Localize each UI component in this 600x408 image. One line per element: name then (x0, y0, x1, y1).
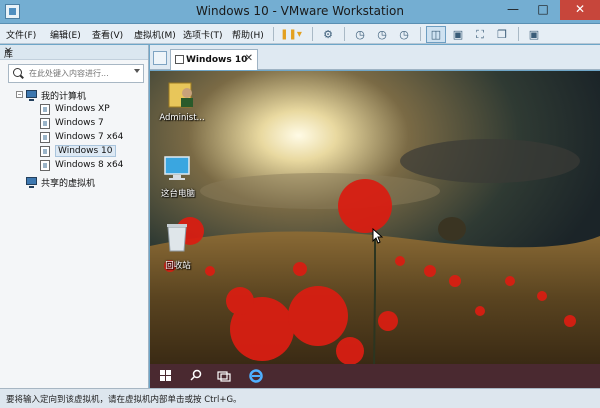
home-tab-icon[interactable] (153, 51, 167, 65)
stretch-guest-icon[interactable]: ▣ (524, 26, 544, 43)
menu-vm[interactable]: 虚拟机(M) (134, 28, 176, 41)
search-icon (13, 68, 22, 77)
thumbnail-bar-icon[interactable]: ▣ (448, 26, 468, 43)
menu-file[interactable]: 文件(F) (6, 28, 36, 41)
toolbar-separator (344, 27, 345, 41)
menu-help[interactable]: 帮助(H) (232, 28, 264, 41)
vm-icon (40, 132, 50, 143)
internet-explorer-icon[interactable] (248, 368, 264, 384)
close-library-icon[interactable]: ✕ (4, 46, 144, 57)
tab-windows-10[interactable]: Windows 10 ✕ (170, 49, 258, 70)
tab-strip: Windows 10 ✕ (150, 45, 600, 70)
shared-vms-icon (26, 177, 37, 188)
computer-icon (26, 90, 37, 101)
desktop-icon-label: 回收站 (165, 261, 191, 271)
tree-label: 共享的虚拟机 (41, 179, 96, 189)
toolbar-separator (312, 27, 313, 41)
library-header: 库 ✕ (0, 45, 148, 60)
status-message: 要将输入定向到该虚拟机，请在虚拟机内部单击或按 Ctrl+G。 (6, 395, 242, 405)
tree-node-vm[interactable]: Windows 7 x64 (40, 131, 144, 145)
chevron-down-icon[interactable] (134, 69, 140, 73)
vm-icon (40, 104, 50, 115)
vm-icon (40, 160, 50, 171)
tree-label: Windows XP (55, 104, 110, 114)
desktop-icon-recycle-bin[interactable]: 回收站 (150, 219, 208, 271)
search-input[interactable] (29, 67, 127, 80)
menu-bar: 文件(F) 编辑(E) 查看(V) 虚拟机(M) 选项卡(T) 帮助(H) ❚❚… (0, 24, 600, 44)
menu-view[interactable]: 查看(V) (92, 28, 123, 41)
user-folder-icon (168, 82, 193, 108)
unity-icon[interactable]: ❐ (492, 26, 512, 43)
tab-label: Windows 10 (186, 55, 248, 65)
guest-taskbar (150, 364, 600, 388)
tree-label: Windows 10 (55, 145, 116, 157)
tree-node-shared-vms[interactable]: 共享的虚拟机 (26, 175, 144, 189)
status-bar: 要将输入定向到该虚拟机，请在虚拟机内部单击或按 Ctrl+G。 (0, 388, 600, 408)
toolbar-separator (420, 27, 421, 41)
tree-node-vm-selected[interactable]: Windows 10 (40, 145, 144, 159)
send-ctrl-alt-del-icon[interactable]: ⚙ (318, 26, 338, 43)
library-search[interactable] (8, 64, 144, 83)
windows-start-icon[interactable] (158, 368, 174, 384)
vm-icon (40, 118, 50, 129)
revert-snapshot-icon[interactable]: ◷ (372, 26, 392, 43)
tree-node-my-computer[interactable]: – 我的计算机 (16, 88, 144, 102)
toolbar-separator (518, 27, 519, 41)
desktop-icon-label: 这台电脑 (160, 189, 195, 199)
minimize-button[interactable]: — (500, 0, 526, 20)
pause-icon[interactable]: ❚❚▾ (278, 26, 304, 43)
menu-edit[interactable]: 编辑(E) (50, 28, 81, 41)
vm-tab-icon (175, 55, 184, 64)
recycle-bin-icon (167, 224, 187, 252)
snapshot-manager-icon[interactable]: ◷ (394, 26, 414, 43)
show-library-icon[interactable]: ◫ (426, 26, 446, 43)
tree-label: Windows 8 x64 (55, 160, 124, 170)
vm-running-icon (40, 146, 50, 157)
vm-console[interactable]: Administ... 这台电脑 回收站 (150, 71, 600, 364)
tree-node-vm[interactable]: Windows 7 (40, 117, 144, 131)
collapse-icon[interactable]: – (16, 91, 23, 98)
close-window-button[interactable]: ✕ (560, 0, 600, 20)
task-view-icon[interactable] (216, 368, 232, 384)
close-tab-icon[interactable]: ✕ (245, 53, 253, 64)
maximize-button[interactable]: □ (530, 0, 556, 20)
tree-label: Windows 7 x64 (55, 132, 124, 142)
tree-label: Windows 7 (55, 118, 104, 128)
search-icon[interactable] (188, 368, 204, 384)
tree-node-vm[interactable]: Windows XP (40, 103, 144, 117)
tree-node-vm[interactable]: Windows 8 x64 (40, 159, 144, 173)
library-panel: 库 ✕ – 我的计算机 Windows XP Windows 7 Windows… (0, 45, 149, 388)
desktop-icon-this-pc[interactable]: 这台电脑 (150, 151, 208, 201)
snapshot-icon[interactable]: ◷ (350, 26, 370, 43)
desktop-icon-label: Administ... (159, 113, 205, 123)
full-screen-icon[interactable]: ⛶ (470, 26, 490, 43)
this-pc-icon (164, 156, 190, 180)
menu-tabs[interactable]: 选项卡(T) (183, 28, 223, 41)
mouse-cursor-icon (372, 228, 384, 244)
title-bar: Windows 10 - VMware Workstation — □ ✕ (0, 0, 600, 24)
tree-label: 我的计算机 (41, 92, 87, 102)
desktop-icon-user-folder[interactable]: Administ... (152, 77, 212, 127)
toolbar-separator (273, 27, 274, 41)
desktop-wallpaper (150, 71, 600, 364)
